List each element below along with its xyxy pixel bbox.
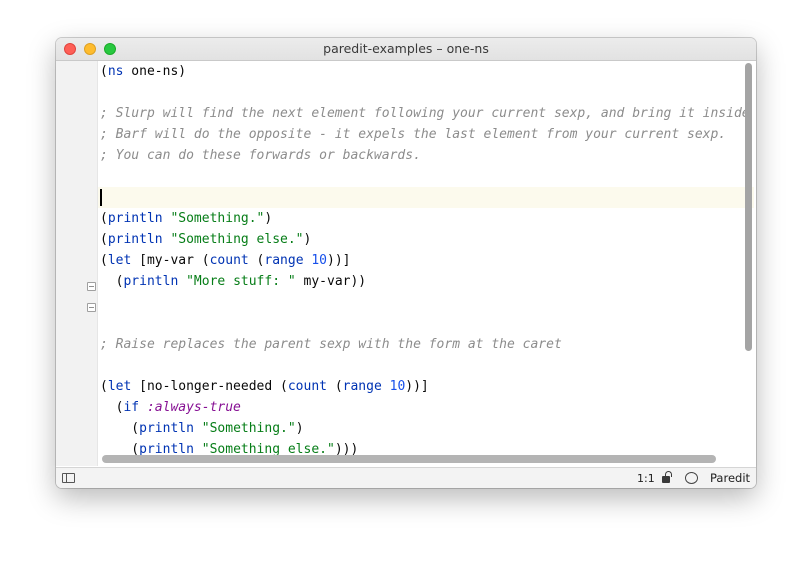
code-line[interactable]: (println "Something else.") [100,229,311,250]
caret-position[interactable]: 1:1 [637,468,655,488]
code-token: ) [303,232,312,247]
code-token: [no-longer-needed ( [131,379,288,394]
code-token: "Something." [201,421,296,436]
code-token: [my-var ( [131,253,210,268]
code-line[interactable]: (ns one-ns) [100,61,186,82]
code-token: if [123,400,140,415]
code-token: ns [107,64,124,79]
code-line[interactable]: (let [my-var (count (range 10))] [100,250,351,271]
code-token: ) [264,211,273,226]
code-token: "More stuff: " [186,274,296,289]
code-line[interactable]: ; You can do these forwards or backwards… [100,145,421,166]
fold-toggle-icon[interactable] [87,282,96,291]
code-token: println [139,421,194,436]
code-token: ( [100,379,108,394]
code-token: println [107,211,163,226]
code-line[interactable]: ; Raise replaces the parent sexp with th… [100,334,562,355]
code-token: ; Slurp will find the next element follo… [100,106,750,121]
line-gutter[interactable] [56,61,98,466]
code-token: ( [100,232,108,247]
code-token: ( [100,400,124,415]
code-token: "Something else." [170,232,304,247]
speech-bubble-icon[interactable] [685,472,698,484]
code-token: ( [100,64,108,79]
code-token: ( [327,379,343,394]
status-bar: 1:1 Paredit [56,467,756,488]
code-line[interactable]: (if :always-true [100,397,241,418]
code-token: ))] [405,379,429,394]
code-token: ) [295,421,304,436]
code-token: let [107,253,132,268]
code-line[interactable]: (let [no-longer-needed (count (range 10)… [100,376,429,397]
code-token: count [209,253,249,268]
code-token: ))] [327,253,351,268]
code-token: ( [248,253,265,268]
code-token: range [264,253,304,268]
horizontal-scrollbar[interactable] [102,455,716,463]
code-token: one-ns) [123,64,187,79]
code-token: range [342,379,382,394]
window-title: paredit-examples – one-ns [323,41,489,56]
code-token: let [107,379,132,394]
code-line[interactable]: ; Slurp will find the next element follo… [100,103,750,124]
code-token: "Something." [170,211,265,226]
vertical-scrollbar[interactable] [745,63,752,351]
code-token: println [107,232,163,247]
code-token: ; Barf will do the opposite - it expels … [100,127,727,142]
editor-window: paredit-examples – one-ns (ns one-ns); S… [56,38,756,488]
code-token: ( [100,274,124,289]
code-token: ( [100,421,140,436]
panel-toggle-icon[interactable] [62,473,75,483]
code-line[interactable]: (println "Something.") [100,418,304,439]
code-line[interactable]: ; Barf will do the opposite - it expels … [100,124,726,145]
text-caret [100,189,102,206]
code-token: 10 [311,253,328,268]
code-token: ( [100,211,108,226]
code-token: my-var)) [295,274,367,289]
code-token: ( [100,253,108,268]
title-bar: paredit-examples – one-ns [56,38,756,61]
code-line[interactable]: (println "Something.") [100,208,272,229]
code-token: count [287,379,327,394]
code-token: 10 [389,379,406,394]
editing-mode[interactable]: Paredit [710,468,750,488]
code-token: ; You can do these forwards or backwards… [100,148,421,163]
unlock-icon[interactable] [662,471,672,483]
code-token: ; Raise replaces the parent sexp with th… [100,337,562,352]
fold-toggle-icon[interactable] [87,303,96,312]
code-token: println [123,274,179,289]
code-token: :always-true [146,400,241,415]
code-line[interactable]: (println "More stuff: " my-var)) [100,271,367,292]
current-line-highlight [98,187,754,208]
code-editor[interactable]: (ns one-ns); Slurp will find the next el… [98,61,754,466]
